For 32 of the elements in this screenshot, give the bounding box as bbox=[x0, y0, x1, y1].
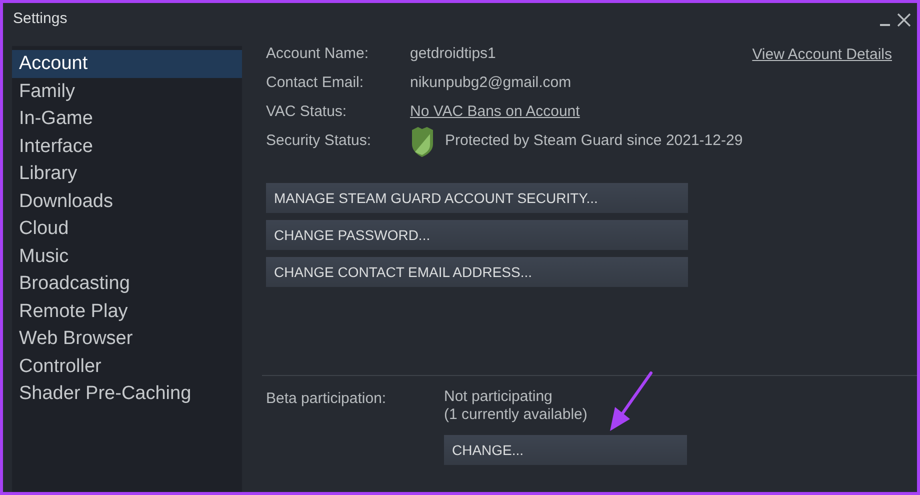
sidebar-item[interactable]: Interface bbox=[12, 132, 242, 160]
change-button[interactable]: CHANGE... bbox=[444, 435, 687, 465]
vac-status-link[interactable]: No VAC Bans on Account bbox=[410, 101, 580, 124]
sidebar-item[interactable]: Music bbox=[12, 242, 242, 270]
sidebar-item[interactable]: Remote Play bbox=[12, 298, 242, 325]
sidebar-item[interactable]: In-Game bbox=[12, 105, 242, 132]
action-button[interactable]: CHANGE CONTACT EMAIL ADDRESS... bbox=[266, 257, 688, 287]
beta-note: (1 currently available) bbox=[444, 406, 588, 424]
close-icon[interactable] bbox=[897, 12, 911, 26]
sidebar-item[interactable]: Library bbox=[12, 160, 242, 188]
sidebar-item[interactable]: Cloud bbox=[12, 215, 242, 242]
sidebar-item[interactable]: Downloads bbox=[12, 188, 242, 215]
field-label: Contact Email: bbox=[266, 73, 365, 94]
beta-label: Beta participation: bbox=[266, 389, 388, 409]
sidebar-item[interactable]: Web Browser bbox=[12, 325, 242, 352]
field-value: getdroidtips1 bbox=[410, 44, 496, 64]
action-button[interactable]: MANAGE STEAM GUARD ACCOUNT SECURITY... bbox=[266, 183, 688, 213]
field-label: Account Name: bbox=[266, 44, 370, 64]
action-button[interactable]: CHANGE PASSWORD... bbox=[266, 220, 688, 250]
sidebar-item[interactable]: Shader Pre-Caching bbox=[12, 380, 242, 408]
sidebar-item[interactable]: Controller bbox=[12, 352, 242, 380]
field-label: VAC Status: bbox=[266, 102, 348, 122]
sidebar-item[interactable]: Broadcasting bbox=[12, 270, 242, 298]
beta-status: Not participating bbox=[444, 388, 554, 406]
field-value: nikunpubg2@gmail.com bbox=[410, 73, 572, 94]
view-account-details-link[interactable]: View Account Details bbox=[752, 40, 892, 69]
sidebar-item[interactable]: Account bbox=[12, 50, 242, 78]
field-value: Protected by Steam Guard since 2021-12-29 bbox=[445, 131, 743, 152]
field-label: Security Status: bbox=[266, 131, 372, 152]
shield-icon bbox=[410, 126, 435, 158]
window-title: Settings bbox=[13, 9, 68, 30]
sidebar-item[interactable]: Family bbox=[12, 78, 242, 105]
